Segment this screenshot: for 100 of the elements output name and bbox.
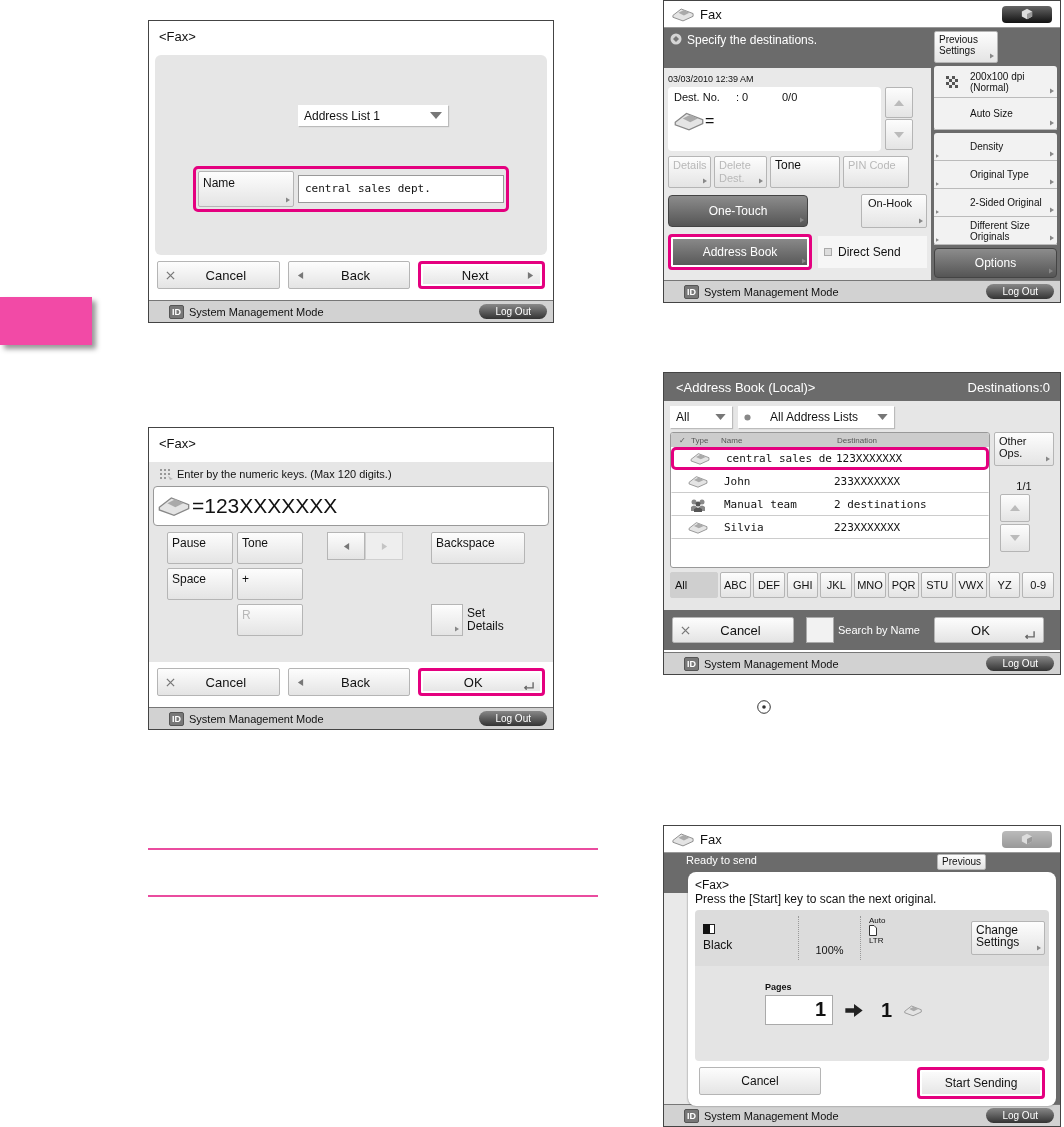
- address-list-dropdown[interactable]: Address List 1: [298, 105, 448, 126]
- ok-button[interactable]: OK: [418, 668, 545, 696]
- cancel-button[interactable]: Cancel: [157, 261, 280, 289]
- dot-icon: [744, 413, 751, 421]
- screen-title: Fax: [700, 6, 722, 22]
- cross-icon: [166, 677, 175, 687]
- setting-button[interactable]: Auto Size: [934, 98, 1057, 130]
- index-tab[interactable]: STU: [921, 572, 954, 598]
- color-mode: Black: [703, 938, 734, 952]
- cube-button[interactable]: [1002, 5, 1052, 23]
- key-button[interactable]: Tone: [237, 532, 303, 564]
- name-field[interactable]: central sales dept.: [298, 175, 504, 203]
- next-button[interactable]: Next: [418, 261, 545, 289]
- log-out-button[interactable]: Log Out: [986, 1108, 1054, 1123]
- status-text: Ready to send: [686, 854, 757, 867]
- destination-count: Destinations:0: [967, 379, 1050, 395]
- key-button[interactable]: +: [237, 568, 303, 600]
- name-cell-text: central sales de: [726, 452, 833, 465]
- previous-settings-button[interactable]: Previous: [937, 854, 986, 870]
- cube-icon: [1021, 833, 1033, 845]
- on-hook-button[interactable]: On-Hook: [861, 194, 927, 228]
- index-tab[interactable]: DEF: [753, 572, 785, 598]
- one-touch-button[interactable]: One-Touch: [668, 195, 808, 227]
- index-tab[interactable]: GHI: [786, 572, 819, 598]
- caret-icon: [1050, 151, 1054, 157]
- index-tab[interactable]: JKL: [820, 572, 853, 598]
- up-arrow-icon: [1010, 505, 1020, 511]
- index-tab[interactable]: ABC: [719, 572, 752, 598]
- scroll-down-button[interactable]: [885, 119, 913, 150]
- cube-icon: [1021, 8, 1033, 20]
- setting-button[interactable]: Different Size Originals: [934, 217, 1057, 245]
- search-by-name-label: Search by Name: [838, 624, 920, 636]
- setting-button[interactable]: 200x100 dpi (Normal): [934, 66, 1057, 98]
- caret-icon: [1046, 456, 1050, 462]
- log-out-button[interactable]: Log Out: [479, 304, 547, 319]
- left-arrow-icon: [342, 541, 350, 551]
- mode-label: System Management Mode: [704, 1109, 839, 1122]
- index-tab[interactable]: MNO: [854, 572, 886, 598]
- checkbox[interactable]: [806, 617, 834, 643]
- address-book-button[interactable]: Address Book: [668, 234, 812, 270]
- page-icon: [869, 925, 877, 936]
- key-button[interactable]: Pause: [167, 532, 233, 564]
- cursor-left-button[interactable]: [327, 532, 365, 560]
- key-button[interactable]: Space: [167, 568, 233, 600]
- options-button[interactable]: Options: [934, 248, 1057, 278]
- other-ops-button[interactable]: Other Ops.: [994, 432, 1054, 466]
- checkbox[interactable]: [824, 248, 832, 256]
- back-button[interactable]: Back: [287, 261, 411, 289]
- caret-icon: [802, 258, 806, 264]
- address-row[interactable]: John 233XXXXXXX: [671, 470, 989, 493]
- log-out-button[interactable]: Log Out: [986, 284, 1054, 299]
- change-settings-button[interactable]: Change Settings: [971, 921, 1045, 955]
- scroll-up-button[interactable]: [885, 87, 913, 118]
- column-header: ✓: [679, 435, 687, 445]
- ok-button[interactable]: OK: [934, 617, 1044, 643]
- log-out-button[interactable]: Log Out: [986, 656, 1054, 671]
- number-field[interactable]: =123XXXXXXX: [153, 486, 549, 526]
- down-arrow-icon: [894, 131, 904, 138]
- fax-icon: [674, 111, 704, 131]
- pages-field[interactable]: 1: [765, 995, 833, 1025]
- dialog-title: <Fax>: [695, 878, 731, 892]
- previous-settings-button[interactable]: Previous Settings: [934, 31, 998, 63]
- cancel-button[interactable]: Cancel: [699, 1067, 821, 1095]
- setting-button[interactable]: Original Type: [934, 161, 1057, 189]
- index-tab[interactable]: All: [670, 572, 718, 598]
- index-tab[interactable]: PQR: [887, 572, 920, 598]
- cancel-button[interactable]: Cancel: [672, 617, 794, 643]
- address-row[interactable]: central sales de 123XXXXXXX: [671, 447, 989, 470]
- fax-icon: [688, 521, 708, 534]
- index-tab[interactable]: VWX: [955, 572, 987, 598]
- action-button[interactable]: Tone: [770, 156, 840, 188]
- pages-label: Pages: [765, 982, 793, 992]
- scroll-up-button[interactable]: [1000, 494, 1030, 522]
- setting-button[interactable]: Density: [934, 133, 1057, 161]
- set-details-button[interactable]: Set Details: [431, 604, 525, 636]
- address-row[interactable]: Manual team 2 destinations: [671, 493, 989, 516]
- return-icon: [1024, 631, 1035, 639]
- log-out-button[interactable]: Log Out: [479, 711, 547, 726]
- start-sending-button[interactable]: Start Sending: [917, 1067, 1045, 1099]
- arrow-icon: [845, 1003, 863, 1017]
- setting-button[interactable]: 2-Sided Original: [934, 189, 1057, 217]
- caret-icon: [936, 182, 939, 186]
- caret-icon: [759, 178, 763, 184]
- key-button[interactable]: Backspace: [431, 532, 525, 564]
- checker-icon: [946, 76, 958, 88]
- fax-icon: [904, 1003, 923, 1017]
- scroll-down-button[interactable]: [1000, 524, 1030, 552]
- address-row[interactable]: Silvia 223XXXXXXX: [671, 516, 989, 539]
- index-tab[interactable]: YZ: [988, 572, 1021, 598]
- cancel-button[interactable]: Cancel: [157, 668, 280, 696]
- caret-icon: [936, 238, 939, 242]
- index-tab[interactable]: 0-9: [1022, 572, 1055, 598]
- address-list-dropdown[interactable]: All Address Lists: [738, 406, 894, 428]
- name-cell-text: Manual team: [724, 498, 798, 511]
- date-time: 03/03/2010 12:39 AM: [667, 73, 755, 86]
- message-text: Specify the destinations.: [687, 33, 818, 47]
- type-dropdown[interactable]: All: [670, 406, 732, 428]
- back-button[interactable]: Back: [287, 668, 411, 696]
- screen-title: <Address Book (Local)>: [676, 379, 816, 395]
- name-button[interactable]: Name: [198, 171, 294, 207]
